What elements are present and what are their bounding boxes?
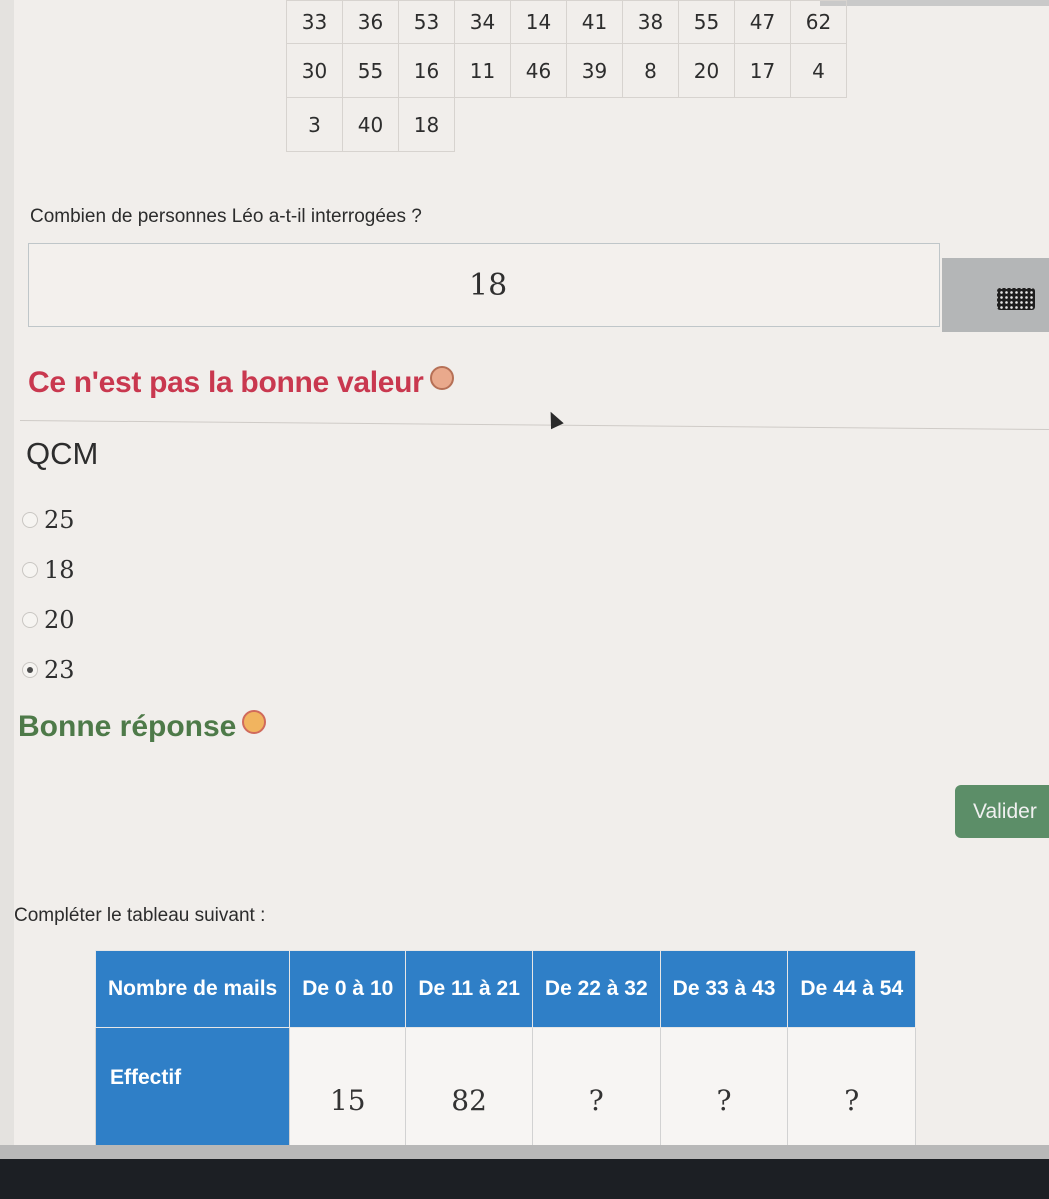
radio-button[interactable] bbox=[22, 512, 38, 528]
answer-input[interactable]: 18 bbox=[28, 243, 940, 327]
instruction-text: Compléter le tableau suivant : bbox=[14, 905, 266, 926]
table-cell: 55 bbox=[342, 43, 399, 98]
table-cell: 36 bbox=[342, 0, 399, 44]
table-cell: 55 bbox=[678, 0, 735, 44]
table-cell: 40 bbox=[342, 97, 399, 152]
feedback-wrong-text: Ce n'est pas la bonne valeur bbox=[28, 366, 424, 399]
table-cell: 34 bbox=[454, 0, 511, 44]
column-header: Nombre de mails bbox=[94, 950, 291, 1028]
column-header: De 0 à 10 bbox=[289, 950, 407, 1028]
page-left-margin bbox=[0, 0, 14, 1150]
table-cell: 14 bbox=[510, 0, 567, 44]
answer-value: 18 bbox=[469, 268, 508, 303]
empty-cell bbox=[623, 98, 679, 152]
column-header: De 11 à 21 bbox=[405, 950, 533, 1028]
table-cell: 18 bbox=[398, 97, 455, 152]
column-header: De 22 à 32 bbox=[531, 950, 661, 1028]
option-label: 20 bbox=[44, 606, 75, 634]
section-divider bbox=[19, 420, 1049, 430]
table-cell: 16 bbox=[398, 43, 455, 98]
table-cell: 3 bbox=[286, 97, 343, 152]
table-header-row: Nombre de mails De 0 à 10 De 11 à 21 De … bbox=[94, 950, 917, 1028]
table-cell: 38 bbox=[622, 0, 679, 44]
empty-cell bbox=[791, 98, 847, 152]
table-cell: 39 bbox=[566, 43, 623, 98]
feedback-right-text: Bonne réponse bbox=[18, 710, 237, 743]
table-cell: 46 bbox=[510, 43, 567, 98]
smiley-face-icon bbox=[242, 710, 267, 734]
table-row: 30 55 16 11 46 39 8 20 17 4 bbox=[286, 43, 847, 98]
question-text: Combien de personnes Léo a-t-il interrog… bbox=[30, 206, 422, 227]
empty-cell bbox=[567, 98, 623, 152]
feedback-right: Bonne réponse bbox=[18, 710, 267, 744]
top-edge-line bbox=[820, 0, 1049, 6]
column-header: De 44 à 54 bbox=[787, 950, 917, 1028]
table-cell: 20 bbox=[678, 43, 735, 98]
virtual-keyboard-button[interactable] bbox=[942, 258, 1049, 332]
empty-cell bbox=[511, 98, 567, 152]
column-header: De 33 à 43 bbox=[659, 950, 789, 1028]
table-cell: 11 bbox=[454, 43, 511, 98]
empty-cell bbox=[455, 98, 511, 152]
sad-face-icon bbox=[429, 366, 454, 390]
qcm-title: QCM bbox=[26, 436, 99, 471]
radio-button-selected[interactable] bbox=[22, 662, 38, 678]
bottom-scroll-edge bbox=[0, 1145, 1049, 1159]
data-values-table: 33 36 53 34 14 41 38 55 47 62 30 55 16 1… bbox=[286, 0, 847, 152]
table-cell: 41 bbox=[566, 0, 623, 44]
validate-button[interactable]: Valider bbox=[955, 785, 1049, 838]
table-row: 3 40 18 bbox=[286, 97, 847, 152]
empty-cell bbox=[735, 98, 791, 152]
radio-button[interactable] bbox=[22, 612, 38, 628]
option-label: 25 bbox=[44, 506, 75, 534]
table-cell: 62 bbox=[790, 0, 847, 44]
table-cell: 53 bbox=[398, 0, 455, 44]
table-cell: 4 bbox=[790, 43, 847, 98]
table-cell: 17 bbox=[734, 43, 791, 98]
table-cell: 30 bbox=[286, 43, 343, 98]
keyboard-icon bbox=[997, 288, 1035, 310]
option-label: 18 bbox=[44, 556, 75, 584]
screen-bottom-bezel bbox=[0, 1159, 1049, 1199]
mouse-cursor-icon bbox=[544, 408, 564, 430]
table-row: 33 36 53 34 14 41 38 55 47 62 bbox=[286, 0, 847, 44]
table-cell: 8 bbox=[622, 43, 679, 98]
radio-button[interactable] bbox=[22, 562, 38, 578]
option-label: 23 bbox=[44, 656, 75, 684]
table-cell: 33 bbox=[286, 0, 343, 44]
empty-cell bbox=[679, 98, 735, 152]
table-cell: 47 bbox=[734, 0, 791, 44]
feedback-wrong: Ce n'est pas la bonne valeur bbox=[28, 366, 454, 400]
frequency-table: Nombre de mails De 0 à 10 De 11 à 21 De … bbox=[94, 950, 917, 1173]
